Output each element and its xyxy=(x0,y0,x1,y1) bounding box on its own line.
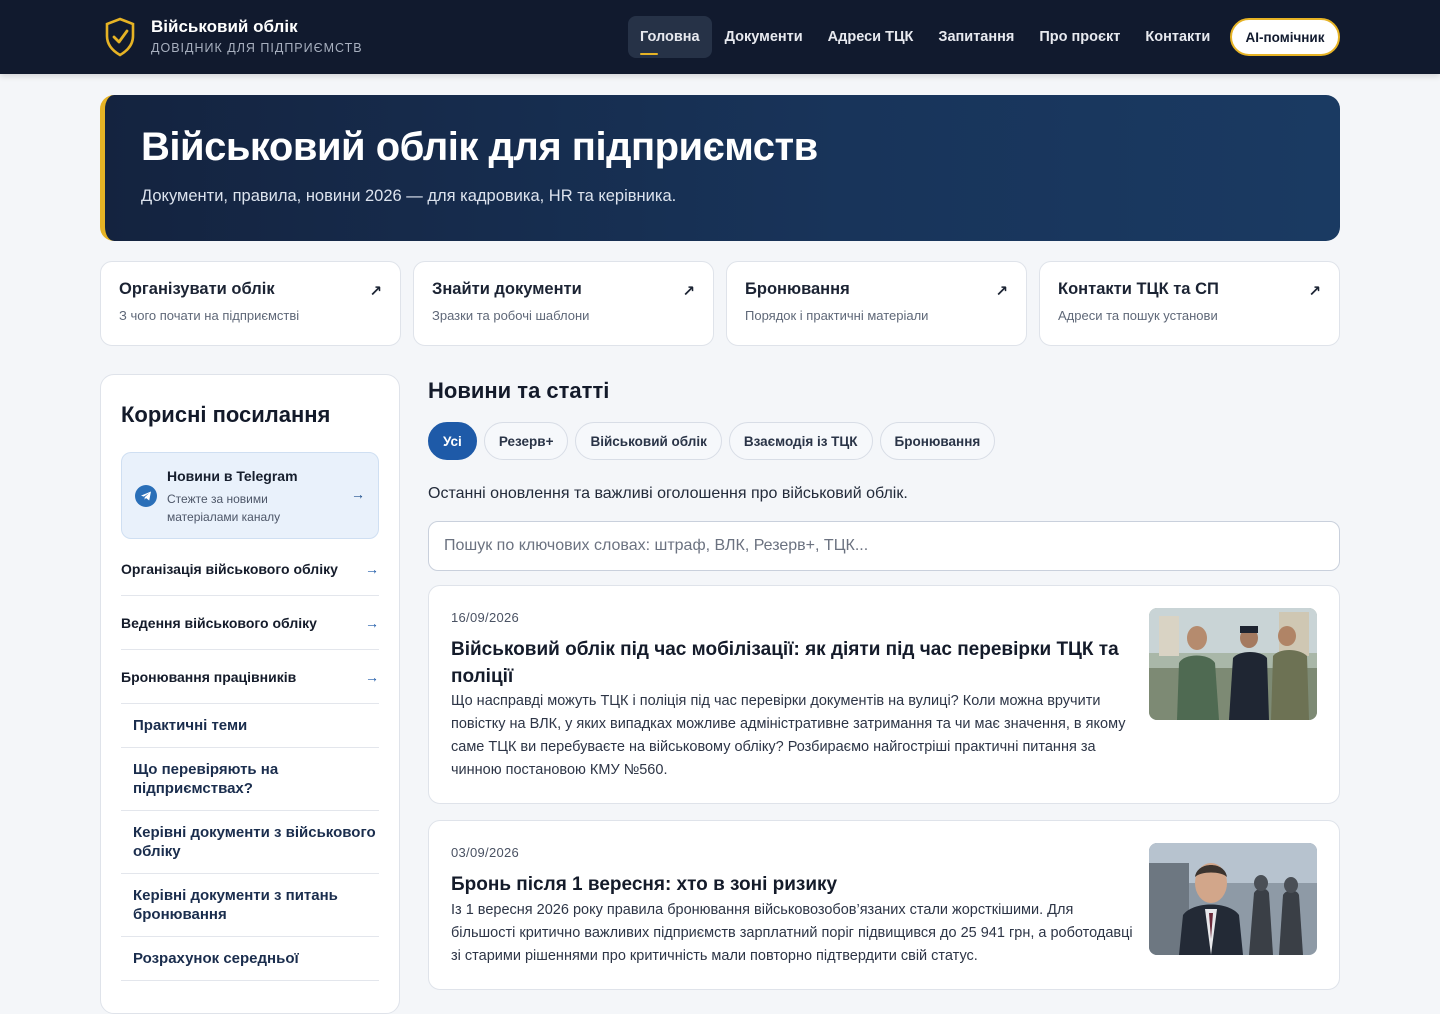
article-title[interactable]: Бронь після 1 вересня: хто в зоні ризику xyxy=(451,871,1141,898)
article-thumbnail[interactable] xyxy=(1149,843,1317,955)
quick-card-subtitle: З чого почати на підприємстві xyxy=(119,308,300,323)
article-thumbnail[interactable] xyxy=(1149,608,1317,720)
brand-logo-link[interactable]: Військовий облік ДОВІДНИК ДЛЯ ПІДПРИЄМСТ… xyxy=(104,17,363,57)
quick-card-reservation[interactable]: Бронювання Порядок і практичні матеріали… xyxy=(726,261,1027,346)
sidebar-sublink-accounting-docs[interactable]: Керівні документи з військового обліку xyxy=(121,811,379,874)
hero-banner: Військовий облік для підприємств Докумен… xyxy=(100,95,1340,241)
quick-links: Організувати облік З чого почати на підп… xyxy=(100,261,1340,346)
filter-military-accounting[interactable]: Військовий облік xyxy=(575,422,722,460)
news-search-input[interactable] xyxy=(428,521,1340,571)
sidebar-sublink-inspections[interactable]: Що перевіряють на підприємствах? xyxy=(121,748,379,811)
sidebar-useful-links: Корисні посилання Новини в Telegram Стеж… xyxy=(100,374,400,1014)
quick-card-title: Контакти ТЦК та СП xyxy=(1058,280,1219,298)
filter-reserve-plus[interactable]: Резерв+ xyxy=(483,422,569,460)
quick-card-subtitle: Адреси та пошук установи xyxy=(1058,308,1218,323)
arrow-right-icon: → xyxy=(365,668,379,685)
sidebar-sublink-practical-topics[interactable]: Практичні теми xyxy=(121,704,379,748)
nav-about[interactable]: Про проєкт xyxy=(1027,16,1132,58)
filter-tck-interaction[interactable]: Взаємодія із ТЦК xyxy=(728,422,873,460)
article-date: 16/09/2026 xyxy=(451,610,520,625)
quick-card-subtitle: Порядок і практичні матеріали xyxy=(745,308,929,323)
news-filters: Усі Резерв+ Військовий облік Взаємодія і… xyxy=(428,422,1002,460)
sidebar-link-maintenance[interactable]: Ведення військового обліку → xyxy=(121,596,379,650)
brand-title: Військовий облік xyxy=(151,17,298,36)
nav-questions[interactable]: Запитання xyxy=(926,16,1026,58)
main-nav: Головна Документи Адреси ТЦК Запитання П… xyxy=(628,16,1223,58)
arrow-up-right-icon: ↗ xyxy=(369,283,382,300)
telegram-icon xyxy=(135,485,157,507)
shield-check-icon xyxy=(105,17,135,57)
filter-reservation[interactable]: Бронювання xyxy=(879,422,996,460)
quick-card-title: Бронювання xyxy=(745,280,850,298)
article-excerpt: Що насправді можуть ТЦК і поліція під ча… xyxy=(451,693,1126,778)
telegram-card-title: Новини в Telegram xyxy=(167,468,298,484)
quick-card-subtitle: Зразки та робочі шаблони xyxy=(432,308,590,323)
news-description: Останні оновлення та важливі оголошення … xyxy=(428,485,908,502)
filter-all[interactable]: Усі xyxy=(428,422,477,460)
sidebar-link-organization[interactable]: Організація військового обліку → xyxy=(121,542,379,596)
hero-subtitle: Документи, правила, новини 2026 — для ка… xyxy=(141,187,677,205)
quick-card-title: Організувати облік xyxy=(119,280,275,298)
nav-contacts[interactable]: Контакти xyxy=(1133,16,1222,58)
quick-card-organize[interactable]: Організувати облік З чого почати на підп… xyxy=(100,261,401,346)
quick-card-title: Знайти документи xyxy=(432,280,582,298)
sidebar-title: Корисні посилання xyxy=(121,402,331,427)
news-title: Новини та статті xyxy=(428,378,610,403)
nav-home[interactable]: Головна xyxy=(628,16,712,58)
quick-card-contacts[interactable]: Контакти ТЦК та СП Адреси та пошук устан… xyxy=(1039,261,1340,346)
quick-card-documents[interactable]: Знайти документи Зразки та робочі шаблон… xyxy=(413,261,714,346)
telegram-card-subtitle: Стежте за новими матеріалами каналу xyxy=(167,492,281,524)
sidebar-links: Організація військового обліку → Ведення… xyxy=(121,542,379,981)
arrow-up-right-icon: ↗ xyxy=(995,283,1008,300)
telegram-news-card[interactable]: Новини в Telegram Стежте за новими матер… xyxy=(121,452,379,539)
arrow-right-icon: → xyxy=(365,614,379,631)
arrow-right-icon: → xyxy=(365,560,379,577)
top-navbar: Військовий облік ДОВІДНИК ДЛЯ ПІДПРИЄМСТ… xyxy=(0,0,1440,74)
sidebar-link-label: Організація військового обліку xyxy=(121,560,338,577)
article-title[interactable]: Військовий облік під час мобілізації: як… xyxy=(451,636,1141,690)
article-excerpt: Із 1 вересня 2026 року правила бронюванн… xyxy=(451,902,1133,964)
nav-documents[interactable]: Документи xyxy=(713,16,815,58)
sidebar-link-label: Ведення військового обліку xyxy=(121,614,317,631)
news-article-card[interactable]: 03/09/2026 Бронь після 1 вересня: хто в … xyxy=(428,820,1340,990)
sidebar-sublink-reservation-docs[interactable]: Керівні документи з питань бронювання xyxy=(121,874,379,937)
sidebar-link-reservation[interactable]: Бронювання працівників → xyxy=(121,650,379,704)
ai-assistant-button[interactable]: AI-помічник xyxy=(1230,18,1340,56)
arrow-up-right-icon: ↗ xyxy=(1308,283,1321,300)
article-date: 03/09/2026 xyxy=(451,845,520,860)
hero-title: Військовий облік для підприємств xyxy=(141,125,818,169)
sidebar-sublink-average-salary[interactable]: Розрахунок середньої xyxy=(121,937,379,981)
brand-subtitle: ДОВІДНИК ДЛЯ ПІДПРИЄМСТВ xyxy=(151,41,363,55)
news-article-card[interactable]: 16/09/2026 Військовий облік під час мобі… xyxy=(428,585,1340,804)
arrow-right-icon: → xyxy=(351,486,365,502)
arrow-up-right-icon: ↗ xyxy=(682,283,695,300)
nav-tck-addresses[interactable]: Адреси ТЦК xyxy=(816,16,926,58)
sidebar-link-label: Бронювання працівників xyxy=(121,668,297,685)
